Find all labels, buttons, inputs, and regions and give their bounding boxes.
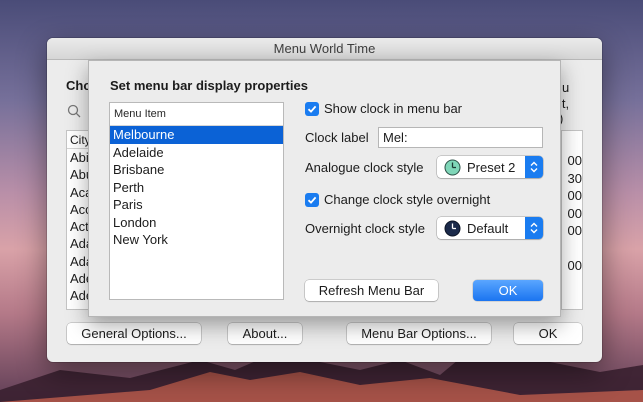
overnight-style-popup[interactable]: Default <box>437 217 543 239</box>
change-overnight-checkbox-row[interactable]: Change clock style overnight <box>305 192 490 207</box>
offset-value: 00 <box>567 223 582 238</box>
clock-default-icon <box>444 220 461 236</box>
offset-value: 00 <box>567 206 582 221</box>
checkmark-icon <box>307 196 317 204</box>
change-overnight-label: Change clock style overnight <box>324 192 491 207</box>
up-down-arrows-icon <box>525 217 543 239</box>
overnight-style-value: Default <box>467 220 509 236</box>
show-clock-label: Show clock in menu bar <box>324 101 463 116</box>
clock-label-field[interactable]: Mel: <box>378 127 543 148</box>
right-text-1: u <box>562 80 570 95</box>
sheet-ok-button[interactable]: OK <box>473 280 543 301</box>
window-title: Menu World Time <box>47 38 602 60</box>
menu-item-perth[interactable]: Perth <box>110 179 283 197</box>
main-ok-button[interactable]: OK <box>514 323 582 344</box>
offset-value: 00 <box>567 153 582 168</box>
menu-item-paris[interactable]: Paris <box>110 196 283 214</box>
offset-value: 30 <box>567 171 582 186</box>
show-clock-checkbox[interactable] <box>305 101 319 116</box>
general-options-button[interactable]: General Options... <box>67 323 201 344</box>
analogue-style-popup[interactable]: Preset 2 <box>437 156 543 178</box>
menu-item-london[interactable]: London <box>110 214 283 232</box>
menu-bar-properties-sheet: Set menu bar display properties Menu Ite… <box>88 60 561 317</box>
menu-item-melbourne[interactable]: Melbourne <box>110 126 283 144</box>
clock-label-caption: Clock label <box>305 130 369 145</box>
clock-preset2-icon <box>444 159 461 175</box>
checkmark-icon <box>307 105 317 113</box>
refresh-menu-bar-button[interactable]: Refresh Menu Bar <box>305 280 438 301</box>
offset-value: 00 <box>567 188 582 203</box>
analogue-style-value: Preset 2 <box>467 159 516 175</box>
menu-item-new-york[interactable]: New York <box>110 231 283 249</box>
sheet-title: Set menu bar display properties <box>110 78 308 93</box>
search-icon <box>67 104 81 118</box>
menu-item-brisbane[interactable]: Brisbane <box>110 161 283 179</box>
change-overnight-checkbox[interactable] <box>305 192 319 207</box>
offset-column: 00 30 00 00 00 00 <box>561 130 583 310</box>
about-button[interactable]: About... <box>228 323 302 344</box>
show-clock-checkbox-row[interactable]: Show clock in menu bar <box>305 101 462 116</box>
overnight-style-caption: Overnight clock style <box>305 221 425 236</box>
up-down-arrows-icon <box>525 156 543 178</box>
offset-value: 00 <box>567 258 582 273</box>
menu-item-adelaide[interactable]: Adelaide <box>110 144 283 162</box>
menu-item-list-header[interactable]: Menu Item <box>110 103 283 126</box>
menu-item-list[interactable]: Menu Item Melbourne Adelaide Brisbane Pe… <box>109 102 284 300</box>
menu-bar-options-button[interactable]: Menu Bar Options... <box>347 323 491 344</box>
analogue-style-caption: Analogue clock style <box>305 160 424 175</box>
